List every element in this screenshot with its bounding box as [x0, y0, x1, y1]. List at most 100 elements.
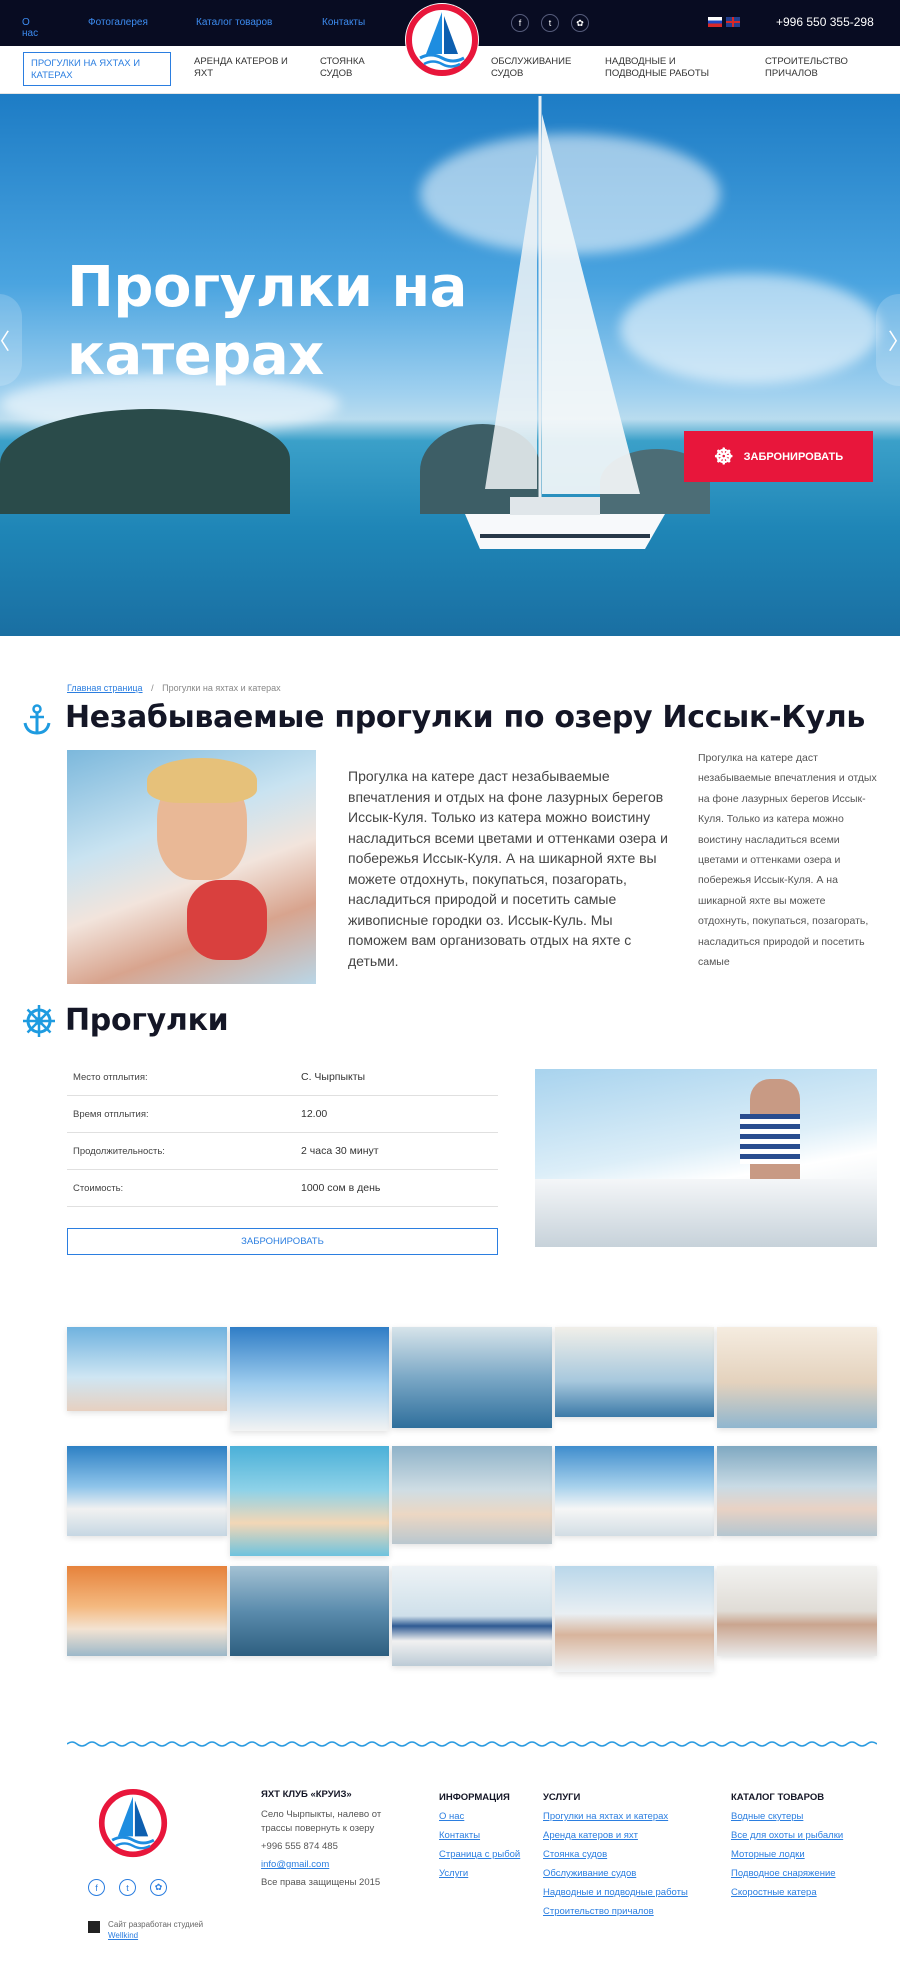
hero-banner: Прогулки на катерах ☸ ЗАБРОНИРОВАТЬ 〈 〉 — [0, 94, 900, 636]
gallery-photo[interactable] — [555, 1327, 714, 1417]
row-value: 12.00 — [301, 1108, 328, 1120]
language-switcher — [708, 17, 740, 27]
hero-title-line-2: катерах — [67, 323, 324, 388]
footer-club-info: ЯХТ КЛУБ «КРУИЗ» Село Чырпыкты, налево о… — [261, 1788, 396, 1890]
site-logo[interactable] — [404, 2, 479, 82]
top-link-gallery[interactable]: Фотогалерея — [88, 17, 148, 28]
footer-link-motorboats[interactable]: Моторные лодки — [731, 1845, 843, 1864]
footer-club-title: ЯХТ КЛУБ «КРУИЗ» — [261, 1789, 352, 1800]
club-emblem-icon — [98, 1788, 168, 1858]
footer-address: Село Чырпыкты, налево от трассы повернут… — [261, 1809, 382, 1834]
gallery-photo[interactable] — [555, 1446, 714, 1536]
gallery-photo[interactable] — [717, 1566, 877, 1656]
odnoklassniki-icon[interactable]: ✿ — [150, 1879, 167, 1896]
swimsuit-shape — [187, 880, 267, 960]
wave-divider — [67, 1741, 877, 1747]
gallery-photo[interactable] — [392, 1446, 552, 1544]
woman-on-boat-photo — [67, 750, 316, 984]
hero-title: Прогулки на катерах — [67, 254, 467, 390]
gallery-photo[interactable] — [67, 1566, 227, 1656]
footer-link-walks[interactable]: Прогулки на яхтах и катерах — [543, 1807, 688, 1826]
gallery-photo[interactable] — [392, 1566, 552, 1666]
row-key: Стоимость: — [73, 1182, 124, 1194]
gallery-photo[interactable] — [230, 1446, 389, 1556]
striped-shirt-shape — [740, 1114, 800, 1164]
helm-icon: ☸ — [713, 443, 734, 469]
footer-link-services[interactable]: Услуги — [439, 1864, 520, 1883]
breadcrumb: Главная страница / Прогулки на яхтах и к… — [67, 683, 281, 693]
footer-link-contacts[interactable]: Контакты — [439, 1826, 520, 1845]
sailboat-image — [465, 96, 665, 549]
slider-prev-button[interactable]: 〈 — [0, 294, 22, 386]
footer-rights: Все права защищены 2015 — [261, 1877, 381, 1888]
nav-piers[interactable]: СТРОИТЕЛЬСТВО ПРИЧАЛОВ — [765, 56, 875, 80]
studio-text: Сайт разработан студией — [108, 1920, 204, 1929]
footer-logo[interactable] — [97, 1786, 169, 1867]
hero-book-button[interactable]: ☸ ЗАБРОНИРОВАТЬ — [684, 431, 873, 482]
gallery-photo[interactable] — [555, 1566, 714, 1672]
gallery-photo[interactable] — [717, 1446, 877, 1536]
book-button[interactable]: ЗАБРОНИРОВАТЬ — [67, 1228, 498, 1255]
section-side-text: Прогулка на катере даст незабываемые впе… — [698, 752, 877, 969]
nav-rent[interactable]: АРЕНДА КАТЕРОВ И ЯХТ — [194, 56, 304, 80]
english-flag-icon[interactable] — [726, 17, 740, 27]
club-emblem-icon — [405, 3, 479, 77]
gallery-photo[interactable] — [392, 1327, 552, 1428]
twitter-icon[interactable]: t — [541, 14, 559, 32]
gallery-photo[interactable] — [230, 1327, 389, 1431]
footer-phone[interactable]: +996 555 874 485 — [261, 1840, 396, 1854]
captain-woman-photo — [535, 1069, 877, 1247]
table-row: Продолжительность: 2 часа 30 минут — [67, 1133, 498, 1170]
footer-social: f t ✿ — [88, 1879, 167, 1896]
gallery-photo[interactable] — [67, 1446, 227, 1536]
facebook-icon[interactable]: f — [511, 14, 529, 32]
chevron-right-icon: 〉 — [888, 324, 900, 356]
breadcrumb-home[interactable]: Главная страница — [67, 683, 143, 693]
footer-link-rent[interactable]: Аренда катеров и яхт — [543, 1826, 688, 1845]
footer-link-hunting[interactable]: Все для охоты и рыбалки — [731, 1826, 843, 1845]
trip-info-table: Место отплытия: С. Чырпыкты Время отплыт… — [67, 1059, 498, 1207]
footer-catalog-heading: КАТАЛОГ ТОВАРОВ — [731, 1792, 825, 1803]
nav-service[interactable]: ОБСЛУЖИВАНИЕ СУДОВ — [491, 56, 591, 80]
breadcrumb-current: Прогулки на яхтах и катерах — [162, 683, 281, 693]
slider-next-button[interactable]: 〉 — [876, 294, 900, 386]
facebook-icon[interactable]: f — [88, 1879, 105, 1896]
row-value: С. Чырпыкты — [301, 1071, 366, 1083]
nav-parking[interactable]: СТОЯНКА СУДОВ — [320, 56, 390, 80]
footer-link-underwater[interactable]: Надводные и подводные работы — [543, 1883, 688, 1902]
odnoklassniki-icon[interactable]: ✿ — [571, 14, 589, 32]
studio-logo-icon — [88, 1921, 100, 1933]
top-link-contacts[interactable]: Контакты — [322, 17, 365, 28]
footer-link-parking[interactable]: Стоянка судов — [543, 1845, 688, 1864]
nav-walks[interactable]: ПРОГУЛКИ НА ЯХТАХ И КАТЕРАХ — [23, 52, 171, 86]
gallery-photo[interactable] — [230, 1566, 389, 1656]
footer-link-jetskis[interactable]: Водные скутеры — [731, 1807, 843, 1826]
phone-number[interactable]: +996 550 355-298 — [776, 15, 874, 29]
hair-shape — [147, 758, 257, 803]
studio-link[interactable]: Wellkind — [108, 1931, 138, 1940]
row-key: Место отплытия: — [73, 1071, 148, 1083]
footer-link-speedboats[interactable]: Скоростные катера — [731, 1883, 843, 1902]
footer-link-diving[interactable]: Подводное снаряжение — [731, 1864, 843, 1883]
twitter-icon[interactable]: t — [119, 1879, 136, 1896]
nav-underwater[interactable]: НАДВОДНЫЕ И ПОДВОДНЫЕ РАБОТЫ — [605, 56, 735, 80]
row-value: 1000 сом в день — [301, 1182, 381, 1194]
footer-services-column: УСЛУГИ Прогулки на яхтах и катерах Аренд… — [543, 1788, 688, 1921]
section-title-walks: Прогулки — [65, 1003, 229, 1038]
russian-flag-icon[interactable] — [708, 17, 722, 27]
gallery-photo[interactable] — [717, 1327, 877, 1428]
top-link-about[interactable]: О нас — [22, 17, 38, 39]
helm-icon — [23, 1005, 55, 1037]
top-link-catalog[interactable]: Каталог товаров — [196, 17, 272, 28]
footer-link-fish-page[interactable]: Страница с рыбой — [439, 1845, 520, 1864]
gallery-photo[interactable] — [67, 1327, 227, 1411]
footer-link-maintenance[interactable]: Обслуживание судов — [543, 1864, 688, 1883]
table-row: Стоимость: 1000 сом в день — [67, 1170, 498, 1207]
footer-link-about[interactable]: О нас — [439, 1807, 520, 1826]
footer-catalog-column: КАТАЛОГ ТОВАРОВ Водные скутеры Все для о… — [731, 1788, 843, 1902]
footer-email[interactable]: info@gmail.com — [261, 1859, 329, 1870]
row-key: Время отплытия: — [73, 1108, 149, 1120]
breadcrumb-separator: / — [151, 683, 154, 693]
footer-link-piers[interactable]: Строительство причалов — [543, 1902, 688, 1921]
hero-title-line-1: Прогулки на — [67, 255, 467, 320]
